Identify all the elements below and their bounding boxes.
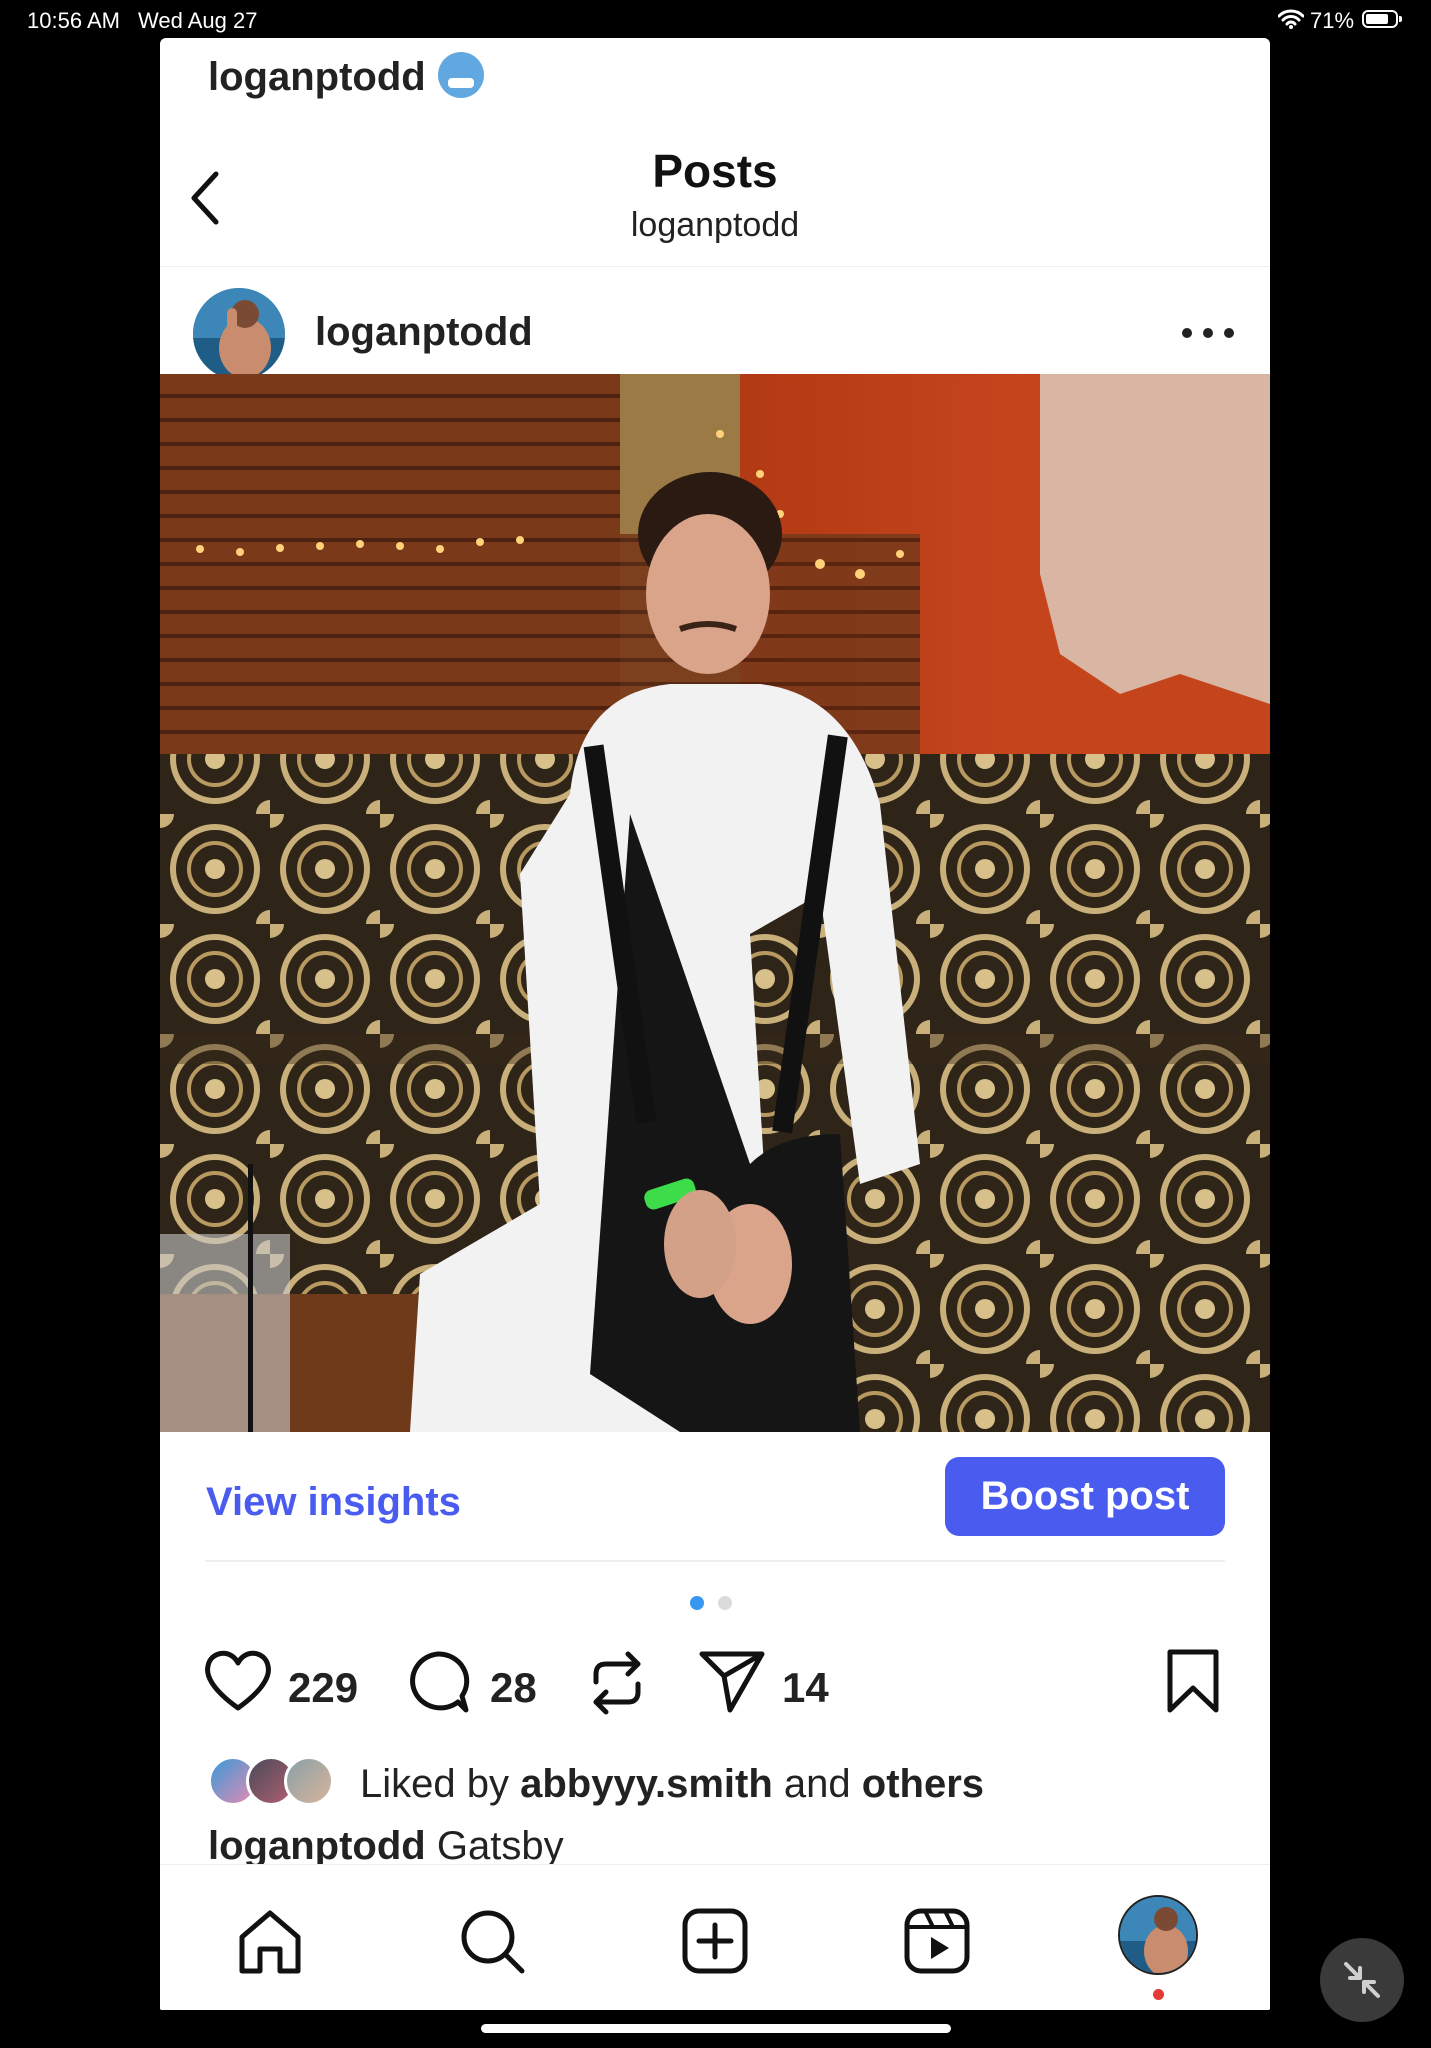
peek-username: loganptodd <box>208 55 426 99</box>
create-icon[interactable] <box>679 1905 751 1977</box>
divider <box>205 1560 1225 1562</box>
more-dot <box>1224 328 1234 338</box>
profile-tab-avatar[interactable] <box>1118 1895 1198 1975</box>
liked-by-prefix: Liked by <box>360 1762 509 1806</box>
posts-header: Posts loganptodd <box>160 118 1270 267</box>
post-photo[interactable] <box>160 374 1270 1432</box>
status-date: Wed Aug 27 <box>138 8 258 33</box>
background-username: loganptodd <box>208 52 484 100</box>
send-icon[interactable] <box>698 1648 766 1714</box>
comment-count[interactable]: 28 <box>490 1664 537 1712</box>
status-time: 10:56 AM <box>27 8 120 33</box>
home-icon[interactable] <box>234 1905 306 1977</box>
more-horizontal-icon <box>1182 328 1192 338</box>
action-bar: 229 28 14 <box>160 1648 1270 1738</box>
home-indicator[interactable] <box>481 2024 951 2033</box>
caption-text: Gatsby <box>436 1824 564 1868</box>
boost-post-button[interactable]: Boost post <box>945 1457 1225 1536</box>
avatar-image <box>1120 1897 1196 1973</box>
exit-fullscreen-button[interactable] <box>1320 1938 1404 2022</box>
insights-row: View insights Boost post <box>160 1450 1270 1570</box>
battery-icon <box>1362 10 1402 28</box>
status-bar: 10:56 AM Wed Aug 27 71% <box>0 0 1431 40</box>
post-caption: loganptodd Gatsby <box>208 1824 564 1869</box>
wifi-icon <box>1278 9 1304 29</box>
like-count[interactable]: 229 <box>288 1664 358 1712</box>
more-dot <box>1203 328 1213 338</box>
carousel-dot <box>718 1596 732 1610</box>
repost-icon[interactable] <box>584 1648 650 1718</box>
carousel-indicator <box>690 1596 746 1615</box>
liked-by-and: and <box>783 1762 851 1806</box>
liked-by-others[interactable]: others <box>862 1762 984 1806</box>
notification-dot <box>1153 1989 1164 2000</box>
view-insights-link[interactable]: View insights <box>206 1480 461 1525</box>
caption-username[interactable]: loganptodd <box>208 1824 426 1868</box>
cold-face-emoji-icon <box>437 52 484 98</box>
post-image <box>160 374 1270 1432</box>
liked-by-user[interactable]: abbyyy.smith <box>520 1762 773 1806</box>
avatar <box>284 1756 334 1806</box>
page-title: Posts <box>652 145 778 197</box>
avatar[interactable] <box>193 288 285 380</box>
liked-by-text: Liked by abbyyy.smith and others <box>360 1762 984 1807</box>
post-username[interactable]: loganptodd <box>315 310 533 355</box>
app-window: loganptodd Posts loganptodd loganptodd V… <box>160 38 1270 2010</box>
collapse-arrows-icon <box>1344 1962 1380 1998</box>
bookmark-icon[interactable] <box>1164 1648 1222 1714</box>
battery-percent: 71% <box>1310 8 1355 33</box>
more-options-button[interactable] <box>1178 318 1238 348</box>
comment-icon[interactable] <box>404 1648 472 1716</box>
carousel-dot-active <box>690 1596 704 1610</box>
reels-icon[interactable] <box>901 1905 973 1977</box>
avatar-image <box>193 288 285 380</box>
heart-icon[interactable] <box>202 1648 274 1714</box>
page-subtitle: loganptodd <box>630 206 800 244</box>
share-count[interactable]: 14 <box>782 1664 829 1712</box>
search-icon[interactable] <box>456 1905 528 1977</box>
bottom-nav <box>160 1864 1270 2010</box>
